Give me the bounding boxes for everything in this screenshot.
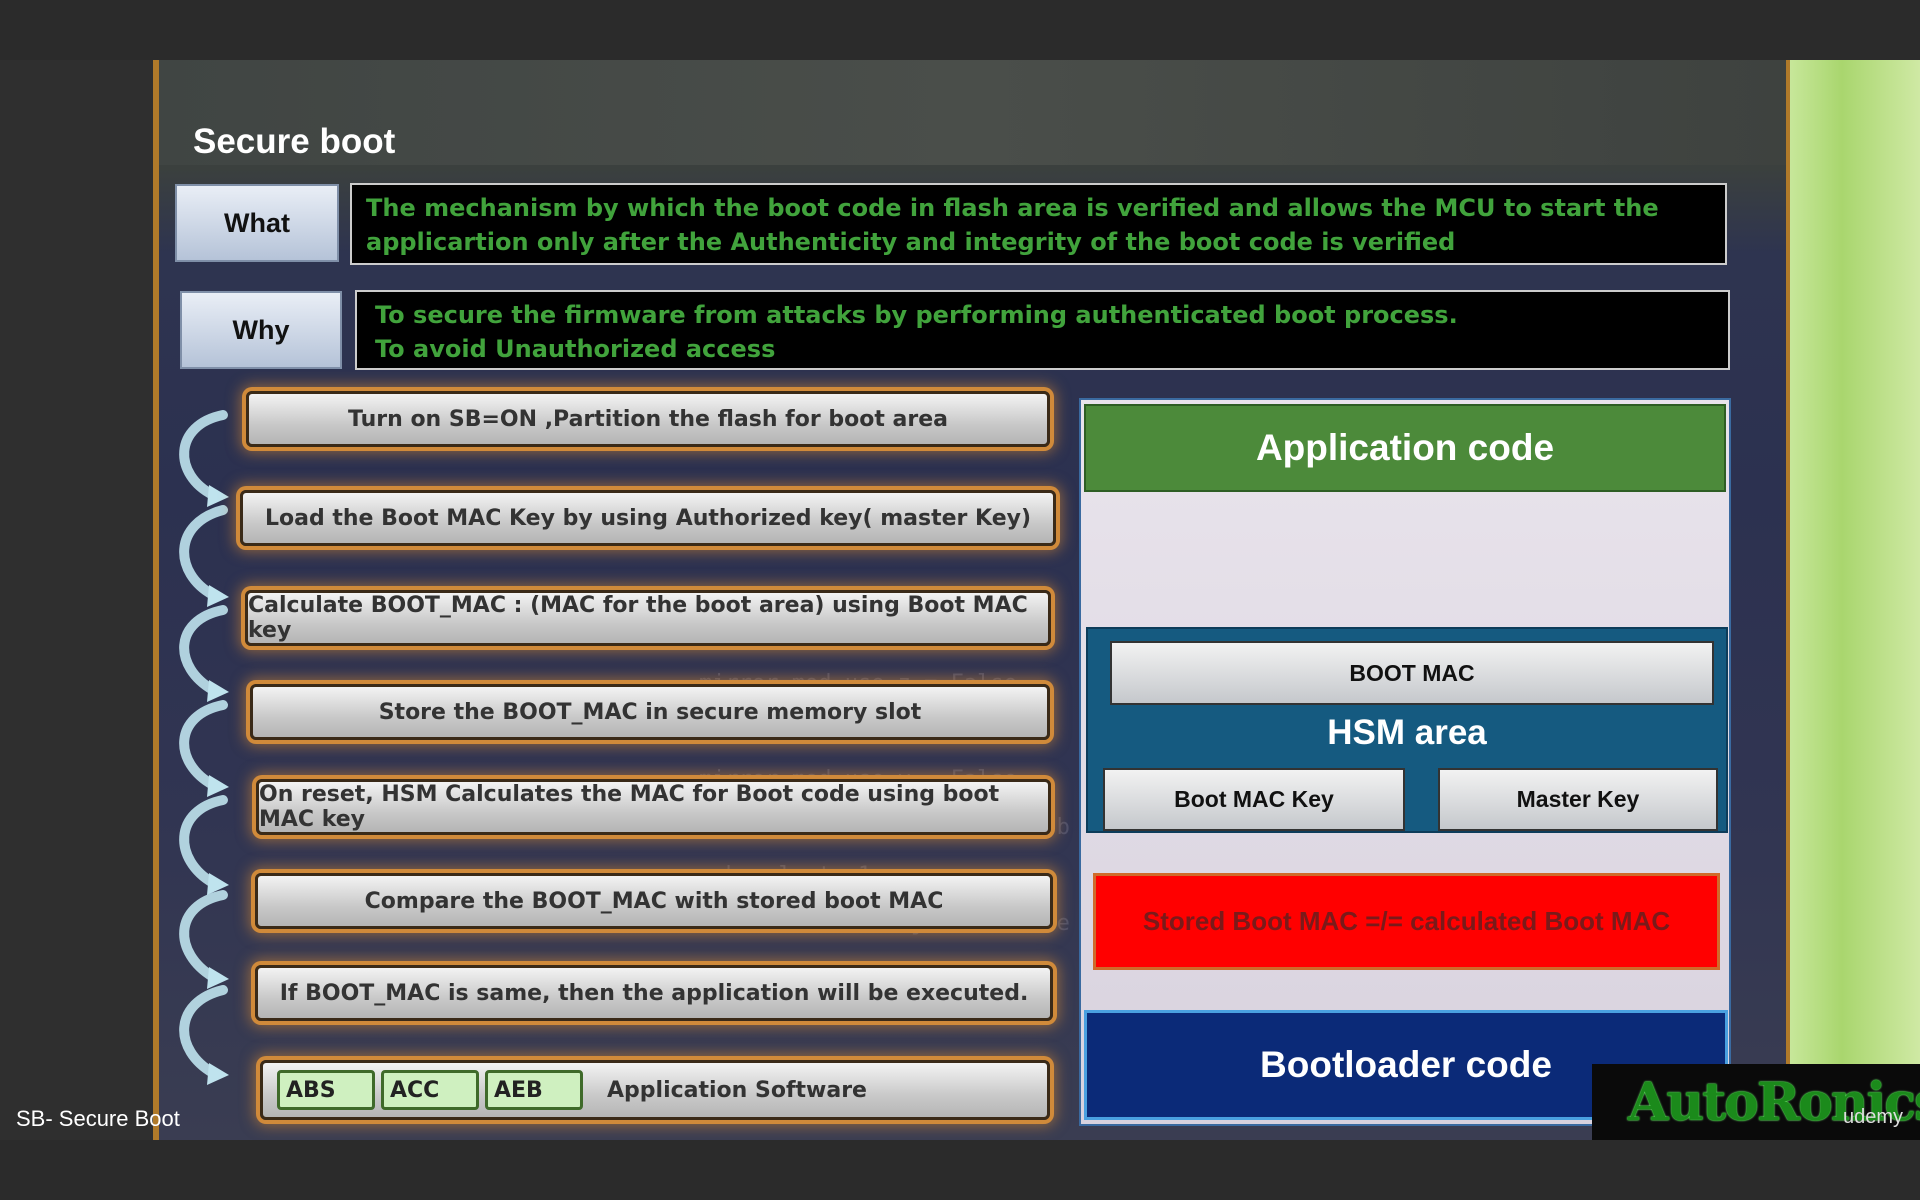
why-label: Why (180, 291, 342, 369)
lecture-label: SB- Secure Boot (16, 1106, 180, 1131)
arrow-3 (179, 605, 228, 695)
right-panel (1790, 60, 1920, 1140)
slide-title: Secure boot (193, 122, 396, 161)
hsm-area-label: HSM area (1327, 713, 1487, 752)
arrow-1 (179, 410, 228, 500)
arrow-7 (179, 985, 228, 1078)
master-key-box: Master Key (1438, 768, 1718, 831)
step-8: ABS ACC AEB Application Software (260, 1060, 1050, 1120)
what-label: What (175, 184, 339, 262)
slide: mirror_mod.use_z = Falsemirror_mod.use_x… (159, 60, 1786, 1140)
step-5: On reset, HSM Calculates the MAC for Boo… (256, 779, 1051, 835)
step-7: If BOOT_MAC is same, then the applicatio… (255, 965, 1053, 1021)
step-6: Compare the BOOT_MAC with stored boot MA… (255, 873, 1053, 929)
arrow-2 (179, 505, 228, 600)
arrow-5 (179, 795, 228, 888)
what-description: The mechanism by which the boot code in … (350, 183, 1727, 265)
module-acc: ACC (381, 1070, 479, 1110)
boot-mac-box: BOOT MAC (1110, 641, 1714, 705)
application-software-label: Application Software (607, 1077, 867, 1103)
flow-arrows (179, 410, 229, 1085)
module-abs: ABS (277, 1070, 375, 1110)
why-line-1: To secure the firmware from attacks by p… (375, 301, 1458, 329)
step-4: Store the BOOT_MAC in secure memory slot (250, 684, 1050, 740)
why-description: To secure the firmware from attacks by p… (355, 290, 1730, 370)
top-letterbox (0, 0, 1920, 60)
slide-header-band (159, 60, 1786, 165)
module-aeb: AEB (485, 1070, 583, 1110)
step-3: Calculate BOOT_MAC : (MAC for the boot a… (245, 590, 1051, 646)
why-line-2: To avoid Unauthorized access (375, 335, 776, 363)
step-2: Load the Boot MAC Key by using Authorize… (240, 490, 1056, 546)
step-1: Turn on SB=ON ,Partition the flash for b… (246, 391, 1050, 447)
udemy-watermark: udemy (1843, 1106, 1904, 1128)
mac-mismatch-box: Stored Boot MAC =/= calculated Boot MAC (1093, 873, 1720, 970)
application-code-block: Application code (1084, 404, 1726, 492)
boot-mac-key-box: Boot MAC Key (1103, 768, 1405, 831)
hsm-area-block: BOOT MAC HSM area Boot MAC Key Master Ke… (1086, 627, 1728, 833)
arrow-6 (179, 890, 228, 982)
bottom-letterbox (0, 1140, 1920, 1200)
arrow-4 (179, 700, 228, 790)
left-panel (0, 60, 155, 1140)
